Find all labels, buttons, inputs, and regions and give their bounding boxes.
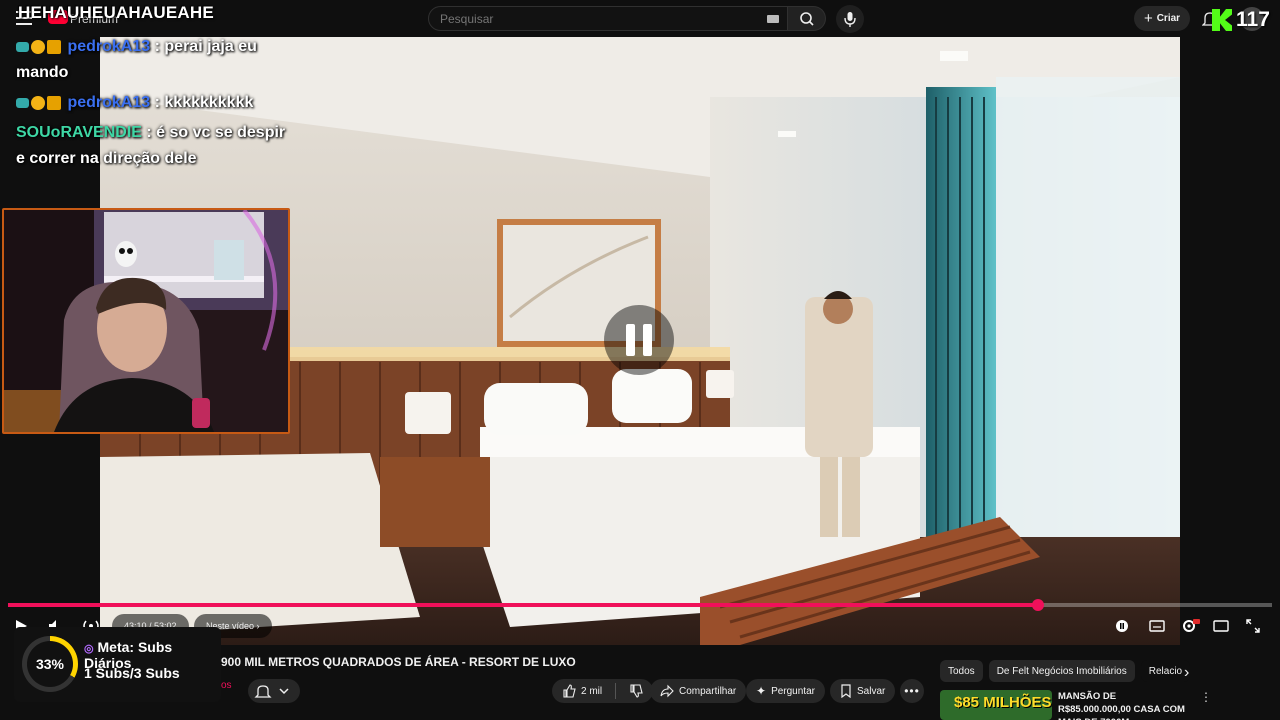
progress-fill [8, 603, 1039, 607]
like-count: 2 mil [581, 685, 603, 697]
share-button[interactable]: Compartilhar [650, 679, 747, 703]
sub-goal-ring: 33% [22, 636, 78, 692]
create-button[interactable]: + Criar [1134, 6, 1190, 31]
save-button[interactable]: Salvar [830, 679, 896, 703]
sub-badge-icon [16, 41, 29, 52]
gift-badge-icon [31, 96, 45, 110]
search-button[interactable] [788, 6, 826, 31]
more-actions-button[interactable]: ••• [900, 679, 924, 703]
mic-icon [844, 12, 856, 27]
share-label: Compartilhar [679, 685, 737, 697]
fullscreen-button[interactable] [1244, 614, 1262, 638]
sparkle-icon: ✦ [756, 684, 767, 698]
subscription-bell-button[interactable] [248, 679, 300, 703]
chat-separator: : [154, 38, 160, 56]
chat-message: pedrokA13 : kkkkkkkkkk [16, 90, 286, 116]
kick-viewer-badge: 117 [1212, 8, 1270, 32]
like-dislike-divider [615, 683, 617, 699]
chat-message: pedrokA13 : perai jaja eu mando [16, 34, 286, 86]
theater-mode-icon [1213, 620, 1229, 632]
keyboard-icon[interactable] [767, 15, 779, 23]
recommended-thumbnail[interactable]: $85 MILHÕES [940, 690, 1052, 720]
plus-icon: + [1143, 10, 1153, 27]
chevron-right-icon: › [1184, 664, 1190, 681]
like-button[interactable]: 2 mil [552, 679, 654, 703]
search-input[interactable] [440, 12, 740, 26]
sub-badge-icon [16, 98, 29, 108]
kick-logo-icon [1212, 9, 1232, 31]
create-label: Criar [1156, 13, 1181, 24]
gift-badge-icon [31, 39, 45, 54]
more-horizontal-icon: ••• [904, 684, 920, 698]
autoplay-toggle-icon [1116, 620, 1128, 632]
subtitles-icon [1149, 620, 1165, 632]
recommended-title[interactable]: MANSÃO DE R$85.000.000,00 CASA COM MAIS … [1058, 690, 1190, 720]
tab-related[interactable]: Relacio [1140, 660, 1191, 682]
search-box[interactable] [428, 6, 788, 31]
related-tabs: Todos De Felt Negócios Imobiliários Rela… [940, 660, 1191, 682]
chat-message: SOUoRAVENDIE : é so vc se despir e corre… [16, 120, 286, 172]
sub-goal-widget: 33% ◎ Meta: Subs Diários 1 Subs/3 Subs [14, 627, 221, 702]
bookmark-icon [841, 684, 851, 698]
chat-separator: : [146, 124, 152, 142]
chat-badges [16, 34, 63, 60]
crown-badge-icon [47, 96, 61, 110]
kick-viewer-count: 117 [1236, 8, 1270, 31]
mic-button[interactable] [836, 5, 864, 33]
channel-name-fragment[interactable]: os [221, 680, 232, 691]
thumbnail-text: $85 MILHÕES [954, 694, 1052, 711]
ask-button[interactable]: ✦ Perguntar [746, 679, 825, 703]
save-label: Salvar [857, 685, 886, 697]
fullscreen-icon [1246, 619, 1260, 633]
tab-channel[interactable]: De Felt Negócios Imobiliários [988, 660, 1135, 682]
chat-text: kkkkkkkkkk [164, 94, 254, 112]
autoplay-toggle[interactable] [1113, 614, 1131, 638]
video-progress-bar[interactable] [8, 599, 1272, 611]
pause-bar-right [643, 324, 652, 356]
theater-mode-button[interactable] [1212, 614, 1230, 638]
target-icon: ◎ [84, 643, 94, 655]
chat-badges [16, 90, 63, 116]
thumbs-down-icon[interactable] [629, 684, 643, 698]
stream-chat-overlay: pedrokA13 : perai jaja eu mando pedrokA1… [16, 34, 286, 176]
webcam-frame [4, 210, 288, 432]
chat-username[interactable]: SOUoRAVENDIE [16, 124, 142, 141]
tab-all[interactable]: Todos [940, 660, 983, 682]
sub-goal-value: 1 Subs/3 Subs [84, 665, 180, 681]
chat-username[interactable]: pedrokA13 [67, 38, 150, 55]
crown-badge-icon [47, 39, 61, 54]
pause-bar-left [626, 324, 635, 356]
settings-button[interactable] [1180, 614, 1200, 638]
stream-overlay-title: HEHAUHEUAHAUEAHE [18, 3, 214, 22]
sub-goal-percent: 33% [27, 641, 73, 687]
video-title: 900 MIL METROS QUADRADOS DE ÁREA - RESOR… [221, 655, 576, 669]
chat-username[interactable]: pedrokA13 [67, 94, 150, 111]
screen: Premium + Criar [0, 0, 1280, 720]
share-icon [660, 684, 674, 698]
thumbs-up-icon [563, 684, 576, 698]
search-icon [800, 12, 814, 26]
streamer-webcam [2, 208, 290, 434]
pause-button[interactable] [604, 305, 674, 375]
subtitles-button[interactable] [1148, 614, 1166, 638]
chevron-right-icon: › [256, 621, 260, 631]
bell-chevron-icon [254, 685, 289, 698]
more-vertical-icon[interactable]: ⋮ [1200, 690, 1212, 704]
chat-separator: : [154, 94, 160, 112]
ask-label: Perguntar [771, 685, 815, 697]
gear-icon [1183, 619, 1200, 632]
tabs-next-button[interactable]: › [1184, 663, 1189, 683]
